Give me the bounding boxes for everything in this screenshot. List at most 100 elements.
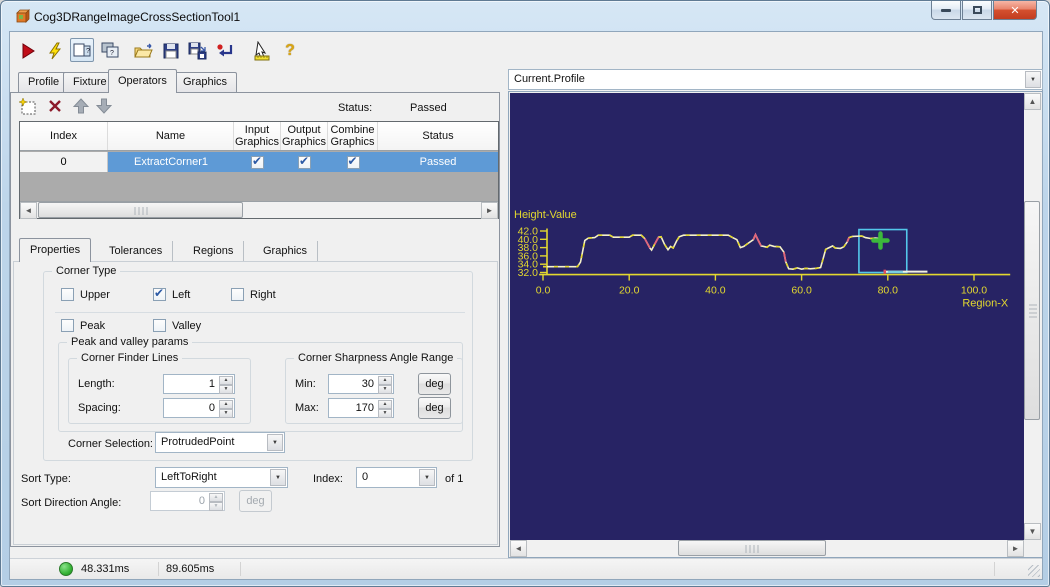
open-file-button[interactable] (132, 40, 156, 62)
scrollbar-thumb[interactable] (38, 202, 243, 218)
delete-operator-button[interactable] (48, 99, 62, 116)
scroll-left-button[interactable]: ◄ (510, 540, 527, 557)
move-down-button[interactable] (96, 98, 112, 117)
corner-selection-combo[interactable]: ProtrudedPoint ▼ (155, 432, 285, 453)
scroll-right-button[interactable]: ► (1007, 540, 1024, 557)
min-angle-spinner[interactable]: 30 ▲▼ (328, 374, 394, 394)
spacing-value: 0 (209, 402, 215, 414)
run-button[interactable] (16, 40, 40, 62)
spin-down-icon[interactable]: ▼ (378, 409, 392, 418)
scroll-up-button[interactable]: ▲ (1024, 93, 1041, 110)
tab-operators[interactable]: Operators (108, 69, 177, 93)
statusbar-divider (994, 562, 995, 576)
spin-up-icon[interactable]: ▲ (219, 376, 233, 385)
image-display-icon: ? (73, 42, 91, 58)
tab-tolerances[interactable]: Tolerances (99, 241, 173, 261)
chevron-down-icon[interactable]: ▼ (267, 434, 283, 451)
display-selector-value: Current.Profile (514, 73, 585, 85)
scroll-left-button[interactable]: ◄ (20, 202, 37, 219)
right-checkbox[interactable]: Right (231, 288, 276, 301)
index-label: Index: (313, 473, 343, 485)
statusbar-divider (240, 562, 241, 576)
input-graphics-checkbox[interactable] (251, 156, 264, 169)
tab-profile[interactable]: Profile (18, 72, 69, 92)
peak-checkbox-box[interactable] (61, 319, 74, 332)
chart-vscrollbar[interactable]: ▲ ▼ (1024, 93, 1041, 540)
index-combo[interactable]: 0 ▼ (356, 467, 437, 488)
pointer-ruler-icon (252, 41, 272, 61)
output-graphics-checkbox[interactable] (298, 156, 311, 169)
max-angle-spinner[interactable]: 170 ▲▼ (328, 398, 394, 418)
application-window: Cog3DRangeImageCrossSectionTool1 ✕ ? (0, 0, 1050, 587)
table-header: Index Name Input Graphics Output Graphic… (20, 122, 498, 151)
spin-down-icon[interactable]: ▼ (219, 385, 233, 394)
chevron-down-icon[interactable]: ▼ (419, 469, 435, 486)
corner-type-divider (55, 312, 465, 313)
minimize-button[interactable] (931, 1, 961, 20)
tab-regions[interactable]: Regions (183, 241, 244, 261)
help-button[interactable]: ? (278, 40, 302, 62)
scrollbar-thumb[interactable] (678, 540, 826, 556)
combine-graphics-checkbox[interactable] (347, 156, 360, 169)
sort-type-combo[interactable]: LeftToRight ▼ (155, 467, 288, 488)
table-row[interactable]: 0 ExtractCorner1 Passed (20, 152, 498, 172)
length-spinner[interactable]: 1 ▲▼ (163, 374, 235, 394)
spin-down-icon[interactable]: ▼ (378, 385, 392, 394)
save-image-icon (188, 42, 208, 60)
column-header-name[interactable]: Name (108, 122, 234, 150)
spin-up-icon[interactable]: ▲ (219, 400, 233, 409)
max-deg-button[interactable]: deg (418, 397, 451, 419)
pointer-ruler-button[interactable] (250, 40, 274, 62)
left-checkbox-box[interactable] (153, 288, 166, 301)
tab-graphics[interactable]: Graphics (173, 72, 237, 92)
maximize-button[interactable] (962, 1, 992, 20)
right-checkbox-box[interactable] (231, 288, 244, 301)
spin-up-icon[interactable]: ▲ (378, 400, 392, 409)
floating-display-button[interactable]: ? (98, 38, 122, 62)
scroll-down-button[interactable]: ▼ (1024, 523, 1041, 540)
spin-up-icon[interactable]: ▲ (378, 376, 392, 385)
spacing-spinner[interactable]: 0 ▲▼ (163, 398, 235, 418)
tab-graphics-detail[interactable]: Graphics (253, 241, 318, 261)
tab-properties[interactable]: Properties (19, 238, 91, 262)
profile-chart[interactable]: 0.020.040.060.080.0100.0Region-X42.040.0… (510, 93, 1024, 540)
index-value: 0 (362, 471, 368, 483)
scrollbar-thumb[interactable] (1024, 201, 1040, 420)
column-header-index[interactable]: Index (20, 122, 108, 150)
chevron-down-icon[interactable]: ▼ (1025, 71, 1041, 88)
new-operator-button[interactable] (19, 98, 37, 119)
sort-direction-angle-label: Sort Direction Angle: (21, 497, 121, 509)
column-header-status[interactable]: Status (378, 122, 498, 150)
column-header-input-graphics[interactable]: Input Graphics (234, 122, 281, 150)
operator-table: Index Name Input Graphics Output Graphic… (19, 121, 499, 219)
chart-hscrollbar[interactable]: ◄ ► (510, 540, 1024, 557)
move-up-button[interactable] (73, 98, 89, 117)
image-display-button[interactable]: ? (70, 38, 94, 62)
resize-grip[interactable] (1028, 565, 1040, 577)
close-button[interactable]: ✕ (993, 1, 1037, 20)
title-bar[interactable]: Cog3DRangeImageCrossSectionTool1 ✕ (1, 1, 1049, 31)
display-selector-combo[interactable]: Current.Profile ▼ (508, 69, 1043, 90)
min-deg-button[interactable]: deg (418, 373, 451, 395)
upper-checkbox[interactable]: Upper (61, 288, 110, 301)
reset-icon (215, 42, 235, 60)
max-angle-value: 170 (356, 402, 374, 414)
valley-checkbox-box[interactable] (153, 319, 166, 332)
table-hscrollbar[interactable]: ◄ ► (20, 201, 498, 218)
left-checkbox[interactable]: Left (153, 288, 190, 301)
upper-checkbox-box[interactable] (61, 288, 74, 301)
save-image-button[interactable] (186, 40, 210, 62)
spin-down-icon[interactable]: ▼ (219, 409, 233, 418)
spin-up-icon: ▲ (209, 493, 223, 502)
column-header-output-graphics[interactable]: Output Graphics (281, 122, 328, 150)
lightning-icon (46, 42, 64, 60)
scroll-right-button[interactable]: ► (481, 202, 498, 219)
trigger-button[interactable] (43, 40, 67, 62)
column-header-combine-graphics[interactable]: Combine Graphics (328, 122, 378, 150)
save-button[interactable] (159, 40, 183, 62)
reset-button[interactable] (213, 40, 237, 62)
valley-checkbox[interactable]: Valley (153, 319, 201, 332)
chevron-down-icon[interactable]: ▼ (270, 469, 286, 486)
peak-checkbox[interactable]: Peak (61, 319, 105, 332)
delete-icon (48, 99, 62, 113)
